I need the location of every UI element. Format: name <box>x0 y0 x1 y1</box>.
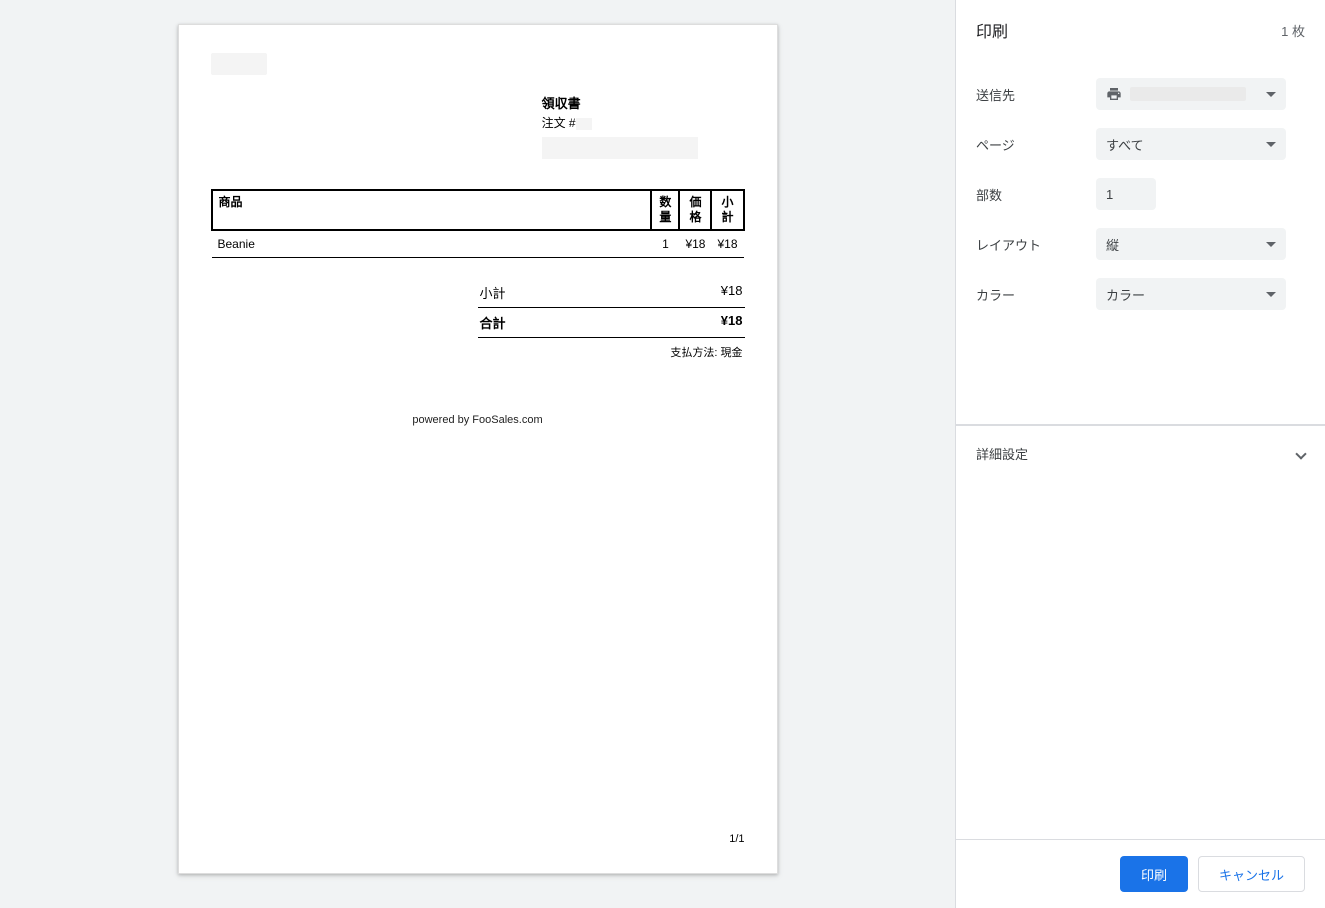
destination-label: 送信先 <box>976 85 1096 104</box>
page-number: 1/1 <box>729 833 744 845</box>
total-value: ¥18 <box>721 313 743 332</box>
printer-icon <box>1106 86 1122 102</box>
destination-value-mask <box>1130 87 1246 101</box>
pages-label: ページ <box>976 135 1096 154</box>
totals-block: 小計 ¥18 合計 ¥18 支払方法: 現金 <box>478 278 745 360</box>
sidebar-body: 送信先 ページ すべて 部数 レイアウト <box>956 60 1325 418</box>
copies-label: 部数 <box>976 185 1096 204</box>
color-label: カラー <box>976 285 1096 304</box>
destination-row: 送信先 <box>976 78 1305 110</box>
pages-row: ページ すべて <box>976 128 1305 160</box>
logo-placeholder <box>211 53 267 75</box>
color-value: カラー <box>1106 285 1145 304</box>
chevron-down-icon <box>1266 242 1276 247</box>
table-row: Beanie 1 ¥18 ¥18 <box>212 230 744 258</box>
pages-value: すべて <box>1106 135 1144 154</box>
copies-row: 部数 <box>976 178 1305 210</box>
print-title: 印刷 <box>976 18 1008 42</box>
chevron-down-icon <box>1266 142 1276 147</box>
more-settings-label: 詳細設定 <box>976 444 1028 463</box>
layout-value: 縦 <box>1106 235 1119 254</box>
chevron-down-icon <box>1266 292 1276 297</box>
receipt-title: 領収書 <box>542 93 745 112</box>
pages-select[interactable]: すべて <box>1096 128 1286 160</box>
order-number-mask <box>576 118 592 130</box>
subtotal-row: 小計 ¥18 <box>478 278 745 308</box>
layout-row: レイアウト 縦 <box>976 228 1305 260</box>
th-qty: 数 量 <box>651 190 679 230</box>
cell-qty: 1 <box>651 230 679 258</box>
sidebar-header: 印刷 1 枚 <box>956 0 1325 60</box>
order-prefix: 注文 # <box>542 116 576 130</box>
destination-select[interactable] <box>1096 78 1286 110</box>
chevron-down-icon <box>1295 448 1306 459</box>
layout-label: レイアウト <box>976 235 1096 254</box>
print-preview-area: 領収書 注文 # 商品 数 量 価 格 小 計 Beanie 1 ¥18 <box>0 0 955 908</box>
sidebar-footer: 印刷 キャンセル <box>956 839 1325 908</box>
receipt-page: 領収書 注文 # 商品 数 量 価 格 小 計 Beanie 1 ¥18 <box>178 24 778 874</box>
th-subtotal: 小 計 <box>711 190 743 230</box>
total-row: 合計 ¥18 <box>478 308 745 338</box>
color-row: カラー カラー <box>976 278 1305 310</box>
total-label: 合計 <box>480 313 506 332</box>
cell-subtotal: ¥18 <box>711 230 743 258</box>
print-sidebar: 印刷 1 枚 送信先 ページ すべて 部数 <box>955 0 1325 908</box>
receipt-header: 領収書 注文 # <box>542 93 745 159</box>
items-table: 商品 数 量 価 格 小 計 Beanie 1 ¥18 ¥18 <box>211 189 745 258</box>
cell-price: ¥18 <box>679 230 711 258</box>
print-button[interactable]: 印刷 <box>1120 856 1188 892</box>
layout-select[interactable]: 縦 <box>1096 228 1286 260</box>
spacer <box>956 481 1325 839</box>
payment-method: 支払方法: 現金 <box>478 344 745 360</box>
cell-product: Beanie <box>212 230 652 258</box>
table-header-row: 商品 数 量 価 格 小 計 <box>212 190 744 230</box>
subtotal-value: ¥18 <box>721 283 743 302</box>
sheet-count: 1 枚 <box>1281 21 1305 40</box>
address-mask <box>542 137 698 159</box>
th-price: 価 格 <box>679 190 711 230</box>
more-settings-toggle[interactable]: 詳細設定 <box>956 425 1325 481</box>
th-product: 商品 <box>212 190 652 230</box>
color-select[interactable]: カラー <box>1096 278 1286 310</box>
chevron-down-icon <box>1266 92 1276 97</box>
order-number-line: 注文 # <box>542 114 745 131</box>
copies-input[interactable] <box>1096 178 1156 210</box>
powered-by: powered by FooSales.com <box>211 414 745 426</box>
subtotal-label: 小計 <box>480 283 506 302</box>
cancel-button[interactable]: キャンセル <box>1198 856 1305 892</box>
